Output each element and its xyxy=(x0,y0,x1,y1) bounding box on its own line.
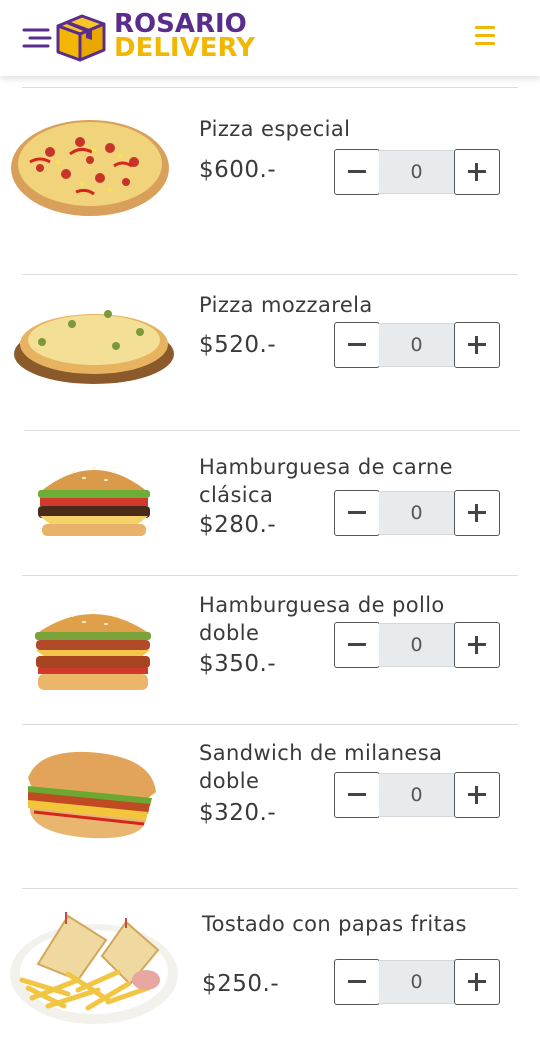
quantity-stepper: 0 xyxy=(334,490,500,536)
product-price: $320.- xyxy=(199,800,277,826)
app-header: ROSARIO DELIVERY xyxy=(0,0,540,76)
increase-button[interactable] xyxy=(454,490,500,536)
minus-icon xyxy=(348,511,366,514)
quantity-stepper: 0 xyxy=(334,622,500,668)
increase-button[interactable] xyxy=(454,322,500,368)
plus-icon-vertical xyxy=(475,336,478,354)
plus-icon-vertical xyxy=(475,973,478,991)
hamburguesa-carne-image xyxy=(38,467,150,536)
decrease-button[interactable] xyxy=(334,149,380,195)
hamburger-menu-icon[interactable] xyxy=(470,22,502,50)
plus-icon-vertical xyxy=(475,504,478,522)
divider xyxy=(22,575,518,576)
product-name: Tostado con papas fritas xyxy=(202,912,467,936)
decrease-button[interactable] xyxy=(334,490,380,536)
product-price: $350.- xyxy=(199,651,277,677)
tostado-papas-image xyxy=(10,912,178,1024)
minus-icon xyxy=(348,643,366,646)
plus-icon-vertical xyxy=(475,163,478,181)
divider xyxy=(22,87,518,88)
quantity-value[interactable]: 0 xyxy=(379,491,454,535)
increase-button[interactable] xyxy=(454,149,500,195)
quantity-value[interactable]: 0 xyxy=(379,773,454,817)
hamburguesa-pollo-image xyxy=(35,609,151,690)
product-price: $600.- xyxy=(199,157,277,183)
quantity-stepper: 0 xyxy=(334,772,500,818)
product-price: $520.- xyxy=(199,332,277,358)
quantity-value[interactable]: 0 xyxy=(379,323,454,367)
pizza-mozzarela-image xyxy=(14,310,174,384)
quantity-value[interactable]: 0 xyxy=(379,960,454,1004)
minus-icon xyxy=(348,980,366,983)
sandwich-milanesa-image xyxy=(28,751,156,839)
increase-button[interactable] xyxy=(454,959,500,1005)
divider xyxy=(22,888,518,889)
quantity-stepper: 0 xyxy=(334,959,500,1005)
product-name: Pizza mozzarela xyxy=(199,293,373,317)
quantity-stepper: 0 xyxy=(334,322,500,368)
minus-icon xyxy=(348,170,366,173)
delivery-box-icon xyxy=(22,14,106,62)
brand-name-line2: DELIVERY xyxy=(114,33,255,63)
quantity-value[interactable]: 0 xyxy=(379,150,454,194)
divider xyxy=(22,274,518,275)
divider xyxy=(24,430,520,431)
plus-icon-vertical xyxy=(475,636,478,654)
increase-button[interactable] xyxy=(454,622,500,668)
decrease-button[interactable] xyxy=(334,322,380,368)
quantity-value[interactable]: 0 xyxy=(379,623,454,667)
minus-icon xyxy=(348,793,366,796)
decrease-button[interactable] xyxy=(334,622,380,668)
plus-icon-vertical xyxy=(475,786,478,804)
product-price: $250.- xyxy=(202,971,280,997)
product-price: $280.- xyxy=(199,512,277,538)
pizza-especial-image xyxy=(11,120,169,216)
product-name: Pizza especial xyxy=(199,117,351,141)
minus-icon xyxy=(348,343,366,346)
decrease-button[interactable] xyxy=(334,959,380,1005)
quantity-stepper: 0 xyxy=(334,149,500,195)
increase-button[interactable] xyxy=(454,772,500,818)
decrease-button[interactable] xyxy=(334,772,380,818)
divider xyxy=(22,724,518,725)
